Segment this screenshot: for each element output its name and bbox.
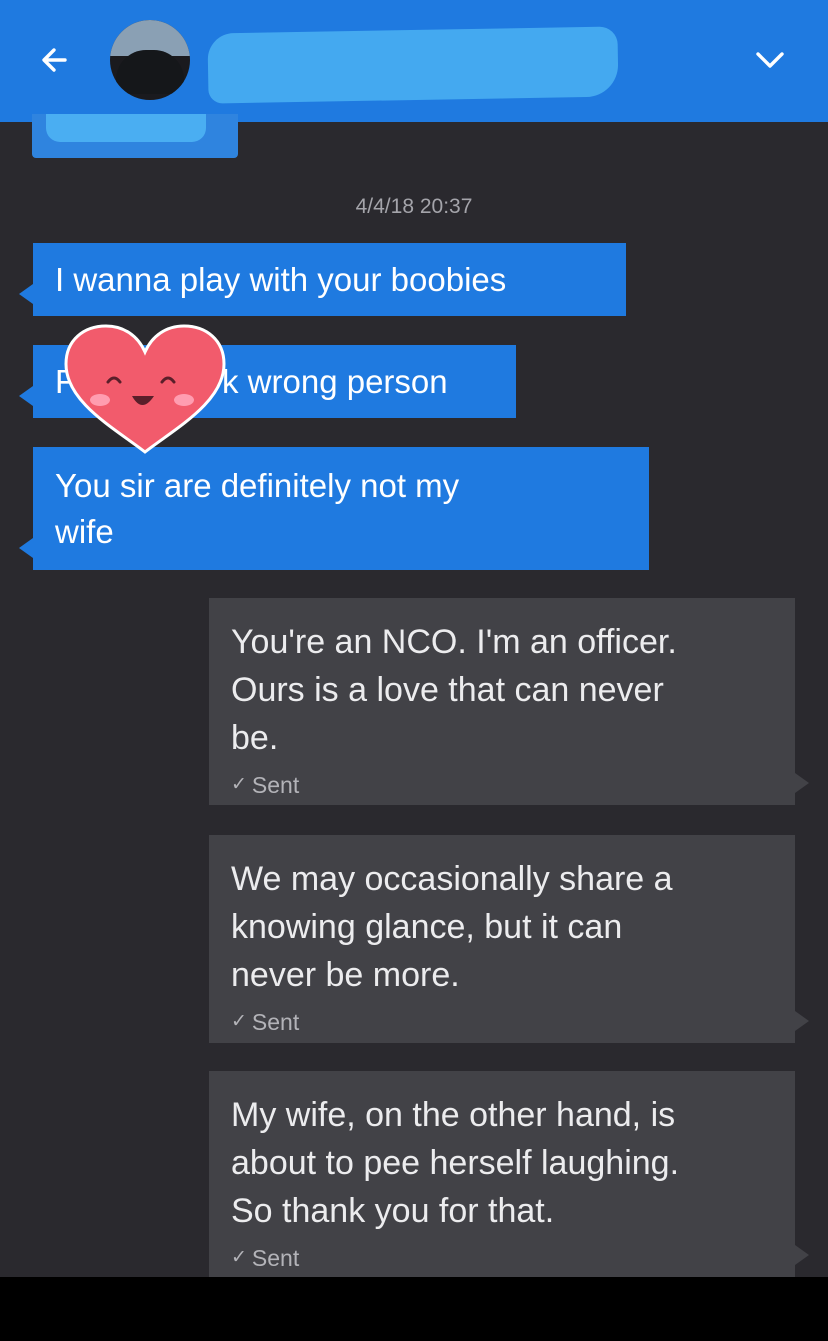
checkmark-icon: ✓ bbox=[231, 1011, 247, 1032]
message-line: never be more. bbox=[231, 956, 460, 994]
sent-message[interactable]: We may occasionally share a knowing glan… bbox=[209, 835, 809, 1043]
message-line: about to pee herself laughing. bbox=[231, 1144, 680, 1182]
message-line: You sir are definitely not my bbox=[55, 467, 460, 504]
message-text: k wrong person bbox=[222, 363, 448, 400]
chevron-down-icon bbox=[756, 52, 784, 68]
message-line: Ours is a love that can never bbox=[231, 671, 664, 709]
incoming-message[interactable]: I wanna play with your boobies bbox=[19, 243, 626, 316]
message-line: You're an NCO. I'm an officer. bbox=[231, 623, 677, 661]
status-label: Sent bbox=[251, 1245, 300, 1271]
message-line: wife bbox=[55, 513, 114, 550]
sent-message[interactable]: You're an NCO. I'm an officer. Ours is a… bbox=[209, 598, 809, 805]
message-timestamp: 4/4/18 20:37 bbox=[355, 195, 473, 218]
checkmark-icon: ✓ bbox=[231, 1247, 247, 1268]
smiling-heart-sticker bbox=[64, 324, 226, 454]
arrow-left-icon bbox=[42, 48, 67, 72]
incoming-message[interactable]: You sir are definitely not my wife bbox=[19, 447, 649, 570]
message-text: I wanna play with your boobies bbox=[55, 261, 507, 298]
status-label: Sent bbox=[251, 1009, 300, 1035]
status-label: Sent bbox=[251, 772, 300, 798]
message-line: So thank you for that. bbox=[231, 1192, 555, 1230]
sent-message[interactable]: My wife, on the other hand, is about to … bbox=[209, 1071, 809, 1277]
delivery-status: ✓ Sent bbox=[231, 1243, 773, 1273]
message-line: My wife, on the other hand, is bbox=[231, 1096, 676, 1134]
delivery-status: ✓ Sent bbox=[231, 1007, 773, 1037]
checkmark-icon: ✓ bbox=[231, 774, 247, 795]
back-button[interactable] bbox=[30, 38, 80, 82]
delivery-status: ✓ Sent bbox=[231, 770, 773, 800]
subtitle-redaction-highlight bbox=[46, 114, 206, 142]
bottom-bar bbox=[0, 1277, 828, 1341]
contact-name-redaction bbox=[207, 26, 619, 104]
message-line: knowing glance, but it can bbox=[231, 908, 623, 946]
avatar[interactable] bbox=[110, 20, 190, 100]
message-line: be. bbox=[231, 719, 279, 757]
conversation-screen: 4/4/18 20:37 I wanna play with your boob… bbox=[0, 0, 828, 1341]
conversation-menu-button[interactable] bbox=[745, 38, 795, 82]
message-line: We may occasionally share a bbox=[231, 860, 673, 898]
conversation-header bbox=[0, 0, 828, 122]
